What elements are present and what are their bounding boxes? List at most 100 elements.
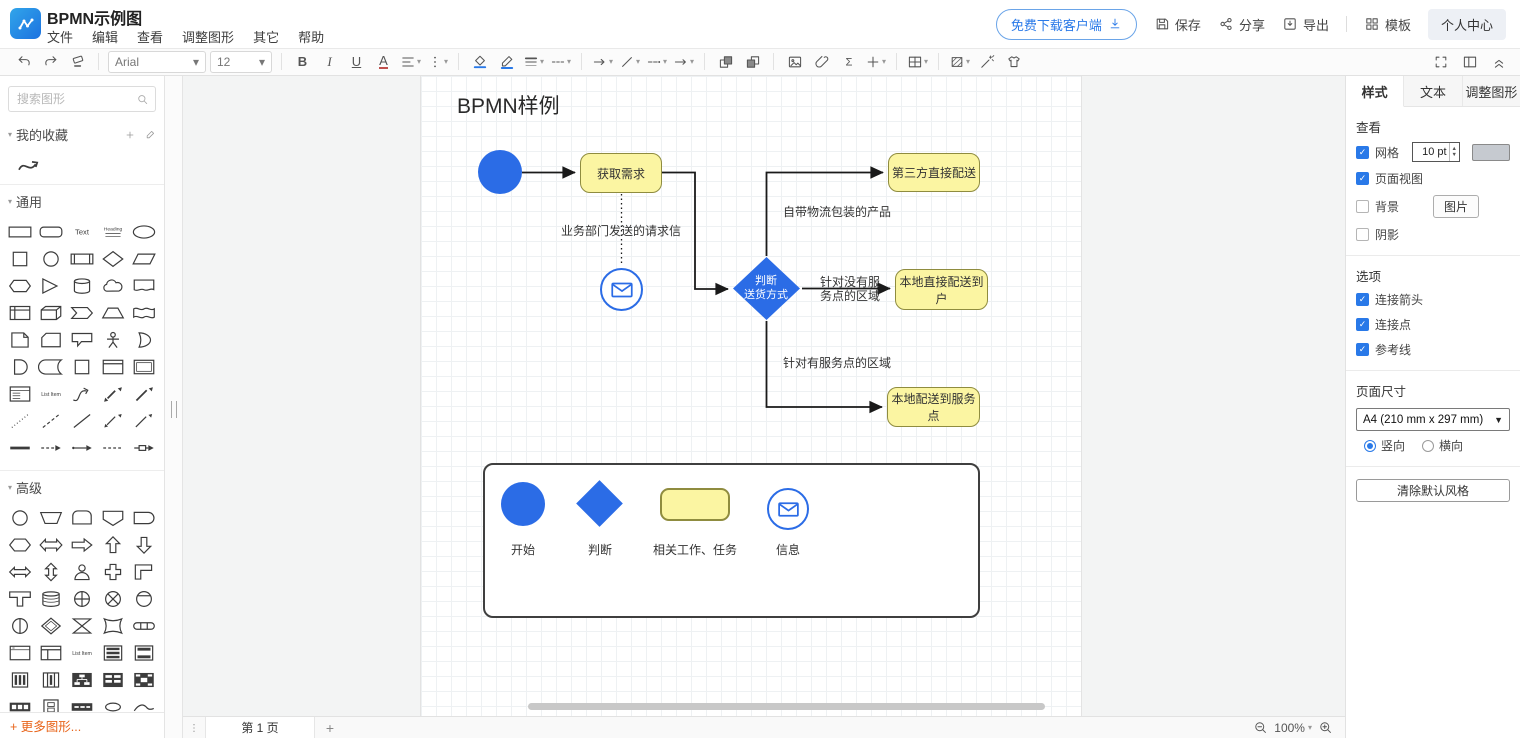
shape-thick-double-arrow[interactable]	[36, 531, 67, 558]
tab-style[interactable]: 样式	[1346, 76, 1404, 107]
tab-arrange[interactable]: 调整图形	[1463, 76, 1520, 106]
advanced-section-header[interactable]: ▾ 高级	[0, 471, 164, 502]
collapse-toolbar-button[interactable]	[1485, 50, 1512, 74]
edge-label-self-packaged[interactable]: 自带物流包装的产品	[783, 205, 891, 219]
shape-step[interactable]	[67, 299, 98, 326]
connector-shape-button[interactable]: ▾	[616, 50, 643, 74]
drawing-canvas[interactable]: BPMN样例 获取需求 第三方直接配送 本地直接配送到户 本地配送到服务点 判断…	[183, 76, 1345, 716]
text-align-button[interactable]: ▾	[397, 50, 424, 74]
background-image-button[interactable]: 图片	[1433, 195, 1479, 218]
document-title[interactable]: BPMN示例图	[47, 5, 142, 29]
edit-favorites-icon[interactable]	[144, 129, 156, 141]
message-event-node[interactable]	[600, 268, 643, 311]
italic-button[interactable]: I	[316, 50, 343, 74]
shape-tee[interactable]	[5, 585, 36, 612]
line-color-button[interactable]	[493, 50, 520, 74]
shape-cube[interactable]	[36, 299, 67, 326]
shape-text[interactable]: Text	[67, 218, 98, 245]
shape-segmented-pill[interactable]	[128, 612, 159, 639]
spinner-icon[interactable]: ▲▼	[1449, 143, 1459, 161]
tab-text[interactable]: 文本	[1404, 76, 1462, 106]
landscape-radio[interactable]	[1422, 440, 1434, 452]
shape-box-arrow-link[interactable]	[128, 434, 159, 461]
zoom-in-icon[interactable]	[1318, 720, 1333, 735]
grid-checkbox[interactable]: ✓	[1356, 146, 1369, 159]
shape-thick-double-arrow-h[interactable]	[5, 558, 36, 585]
insert-table-button[interactable]: ▾	[904, 50, 931, 74]
shape-circle-plus[interactable]	[67, 585, 98, 612]
connection-points-checkbox[interactable]: ✓	[1356, 318, 1369, 331]
shape-hexagon[interactable]	[5, 272, 36, 299]
shape-dashed-line[interactable]	[36, 407, 67, 434]
shape-or[interactable]	[128, 326, 159, 353]
shape-cloud[interactable]	[97, 272, 128, 299]
diagram-title[interactable]: BPMN样例	[457, 90, 560, 120]
shape-user[interactable]	[67, 558, 98, 585]
more-text-format-button[interactable]: ▾	[424, 50, 451, 74]
start-event-node[interactable]	[478, 150, 522, 194]
waypoint-style-button[interactable]: ▾	[643, 50, 670, 74]
shape-square-2[interactable]	[67, 353, 98, 380]
shape-directional-connector[interactable]	[128, 407, 159, 434]
font-color-button[interactable]: A	[379, 54, 388, 69]
menu-arrange[interactable]: 调整图形	[182, 27, 234, 46]
template-button[interactable]: 模板	[1364, 15, 1411, 34]
shape-delay[interactable]	[128, 504, 159, 531]
shape-square[interactable]	[5, 245, 36, 272]
decision-node-label[interactable]: 判断 送货方式	[716, 275, 816, 302]
download-client-button[interactable]: 免费下载客户端	[996, 9, 1137, 40]
shape-h-bars-2[interactable]	[128, 639, 159, 666]
shape-circle[interactable]	[36, 245, 67, 272]
shape-list-item-2[interactable]: List Item	[67, 639, 98, 666]
shape-off-page[interactable]	[97, 504, 128, 531]
shape-card[interactable]	[36, 326, 67, 353]
undo-button[interactable]	[10, 50, 37, 74]
menu-help[interactable]: 帮助	[298, 27, 324, 46]
shape-dashed-arrow-link[interactable]	[36, 434, 67, 461]
shape-diagonal-arrow[interactable]	[128, 380, 159, 407]
shape-concave-square[interactable]	[97, 612, 128, 639]
shape-diamond[interactable]	[97, 245, 128, 272]
shape-collate[interactable]	[67, 612, 98, 639]
shape-dotted-line[interactable]	[5, 407, 36, 434]
export-button[interactable]: 导出	[1282, 15, 1329, 34]
shape-triangle[interactable]	[36, 272, 67, 299]
shape-thick-arrow-right[interactable]	[67, 531, 98, 558]
shape-list-item[interactable]: List Item	[36, 380, 67, 407]
fill-pattern-button[interactable]: ▾	[946, 50, 973, 74]
shape-window-sidebar[interactable]	[36, 639, 67, 666]
edge-label-request-letter[interactable]: 业务部门发送的请求信	[561, 224, 681, 238]
shape-v-bars-2[interactable]	[36, 666, 67, 693]
legend-task-shape[interactable]	[660, 488, 730, 521]
share-button[interactable]: 分享	[1218, 15, 1265, 34]
legend-start-shape[interactable]	[501, 482, 545, 526]
insert-image-button[interactable]	[781, 50, 808, 74]
shape-callout[interactable]	[67, 326, 98, 353]
shape-bidirectional-connector[interactable]	[97, 407, 128, 434]
insert-formula-button[interactable]: Σ	[835, 50, 862, 74]
task-node-local-home-delivery[interactable]: 本地直接配送到户	[895, 269, 988, 310]
shape-actor[interactable]	[97, 326, 128, 353]
search-input[interactable]	[15, 91, 136, 107]
shape-rounded-hexagon[interactable]	[5, 531, 36, 558]
format-painter-button[interactable]	[64, 50, 91, 74]
shape-note[interactable]	[5, 326, 36, 353]
shape-search-box[interactable]	[8, 86, 156, 112]
shape-dashed-link[interactable]	[97, 434, 128, 461]
task-node-local-station-delivery[interactable]: 本地配送到服务点	[887, 387, 980, 427]
shape-mockup-layout[interactable]	[128, 666, 159, 693]
shape-ellipse[interactable]	[128, 218, 159, 245]
toggle-panel-button[interactable]	[1456, 50, 1483, 74]
grid-size-input[interactable]	[1413, 145, 1449, 159]
grid-size-input-box[interactable]: ▲▼	[1412, 142, 1460, 162]
font-family-select[interactable]: Arial▾	[108, 51, 206, 73]
grid-color-swatch[interactable]	[1472, 144, 1510, 161]
more-shapes-button[interactable]: + 更多图形...	[0, 712, 164, 738]
shape-cylinder[interactable]	[67, 272, 98, 299]
edit-style-button[interactable]	[973, 50, 1000, 74]
arrow-end-button[interactable]: ▾	[670, 50, 697, 74]
fill-color-button[interactable]	[466, 50, 493, 74]
shape-thick-arrow-down[interactable]	[128, 531, 159, 558]
page-size-select[interactable]: A4 (210 mm x 297 mm) ▼	[1356, 408, 1510, 431]
shadow-checkbox[interactable]: ✓	[1356, 228, 1369, 241]
